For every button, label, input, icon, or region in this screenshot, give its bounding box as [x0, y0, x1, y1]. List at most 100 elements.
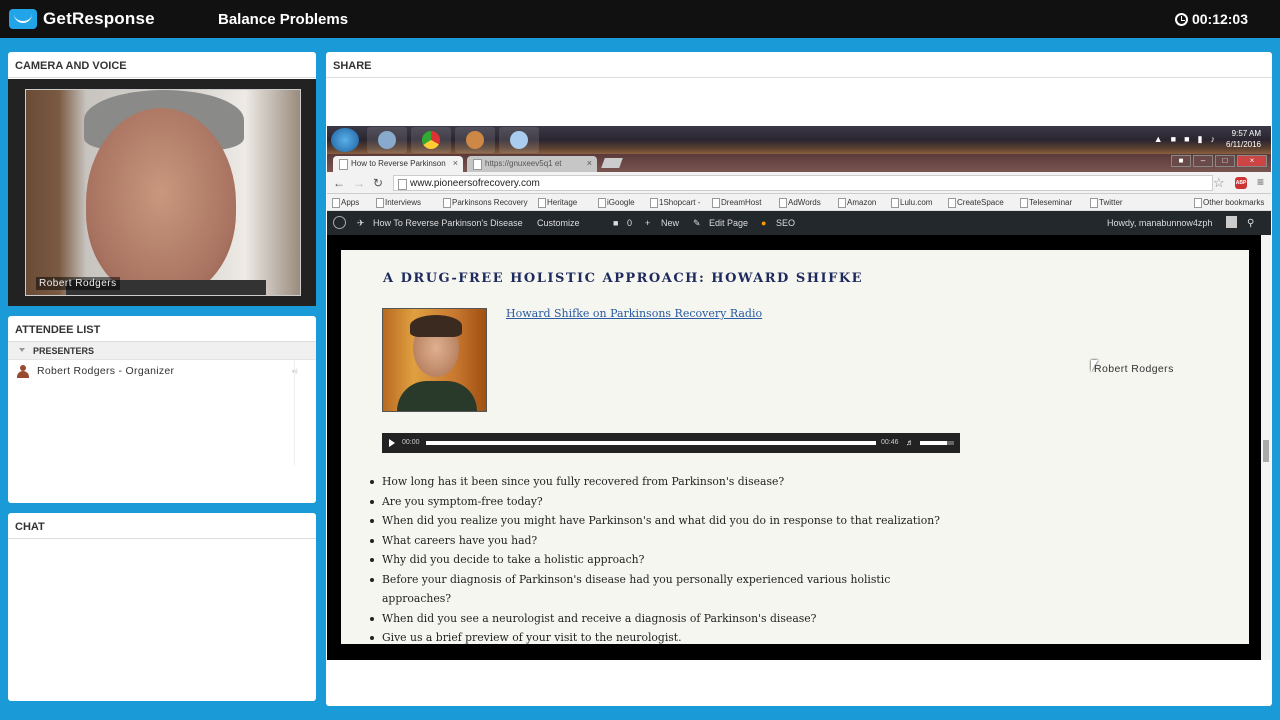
bookmark-parkinsons-recovery[interactable]: Parkinsons Recovery [442, 198, 528, 208]
list-item: Are you symptom-free today? [370, 492, 982, 512]
wp-avatar[interactable] [1226, 216, 1237, 228]
back-icon[interactable]: ← [333, 176, 345, 190]
list-item: What careers have you had? [370, 531, 982, 551]
maximize-icon[interactable]: □ [1215, 155, 1235, 167]
comment-icon[interactable]: ■ [613, 218, 618, 228]
attendee-panel-header: ATTENDEE LIST [8, 316, 316, 342]
list-item: Give us a brief preview of your visit to… [370, 628, 982, 644]
list-item: When did you see a neurologist and recei… [370, 609, 982, 629]
getresponse-logo-icon [9, 9, 37, 29]
audio-current-time: 00:00 [402, 439, 420, 446]
wordpress-admin-bar: ✈ How To Reverse Parkinson's Disease Cus… [327, 211, 1271, 235]
presenter-video[interactable] [25, 89, 301, 296]
chat-app-icon [510, 131, 528, 149]
wp-site-link[interactable]: How To Reverse Parkinson's Disease [373, 218, 523, 228]
radio-show-link[interactable]: Howard Shifke on Parkinsons Recovery Rad… [506, 307, 762, 320]
clock-icon [1174, 12, 1188, 26]
close-icon[interactable]: × [453, 158, 458, 168]
reload-icon[interactable]: ↻ [373, 176, 383, 190]
clock-date: 6/11/2016 [1226, 140, 1261, 149]
new-tab-button[interactable] [601, 158, 623, 168]
bookmark-other[interactable]: Other bookmarks [1193, 198, 1264, 208]
volume-slider[interactable] [920, 441, 954, 445]
forward-icon[interactable]: → [353, 176, 365, 190]
presenters-group[interactable]: PRESENTERS [8, 342, 316, 360]
windows-taskbar: ▲ ■ ■ ▮ ♪ 9:57 AM 6/11/2016 [327, 126, 1271, 154]
photo-shirt [397, 381, 477, 411]
person-icon [17, 365, 29, 378]
list-item: How long has it been since you fully rec… [370, 472, 982, 492]
bookmark-amazon[interactable]: Amazon [837, 198, 876, 208]
chrome-icon [422, 131, 440, 149]
close-window-icon[interactable]: × [1237, 155, 1267, 167]
wordpress-icon[interactable] [333, 216, 346, 229]
browser-tab-active[interactable]: How to Reverse Parkinson × [333, 156, 463, 172]
volume-icon[interactable]: ♬ [906, 438, 914, 447]
tab-label: How to Reverse Parkinson [351, 159, 446, 168]
bookmark-twitter[interactable]: Twitter [1089, 198, 1123, 208]
wp-new-link[interactable]: New [661, 218, 679, 228]
attendee-row[interactable]: Robert Rodgers - Organizer 🔊︎ [8, 360, 316, 382]
wp-customize-link[interactable]: Customize [537, 218, 580, 228]
bookmark-interviews[interactable]: Interviews [375, 198, 421, 208]
wp-edit-page-link[interactable]: Edit Page [709, 218, 748, 228]
bookmark-teleseminar[interactable]: Teleseminar [1019, 198, 1072, 208]
video-name-label: Robert Rodgers [36, 277, 120, 290]
taskbar-chrome[interactable] [411, 127, 451, 153]
photo-hair [410, 315, 462, 337]
camera-panel: CAMERA AND VOICE Robert Rodgers [8, 52, 316, 306]
wp-howdy-user[interactable]: Howdy, manabunnow4zph [1107, 218, 1212, 228]
collapse-triangle-icon[interactable] [19, 348, 25, 352]
question-list: How long has it been since you fully rec… [370, 472, 982, 644]
brand-name: GetResponse [43, 9, 155, 28]
bookmark-apps[interactable]: Apps [331, 198, 359, 208]
list-item: Why did you decide to take a holistic ap… [370, 550, 982, 570]
web-page-content: A DRUG-FREE HOLISTIC APPROACH: HOWARD SH… [341, 250, 1249, 644]
getresponse-logo: GetResponse [9, 9, 155, 29]
page-title: A DRUG-FREE HOLISTIC APPROACH: HOWARD SH… [383, 271, 864, 286]
list-item: When did you realize you might have Park… [370, 511, 982, 531]
timer-value: 00:12:03 [1191, 11, 1248, 27]
play-icon[interactable] [389, 439, 395, 447]
audio-player: 00:00 00:46 ♬ [382, 433, 960, 453]
seo-icon: ● [761, 218, 767, 228]
bookmark-adwords[interactable]: AdWords [778, 198, 821, 208]
attendee-divider [294, 360, 295, 465]
audio-seek-bar[interactable] [426, 441, 876, 445]
wp-seo-link[interactable]: SEO [776, 218, 795, 228]
browser-toolbar: ← → ↻ www.pioneersofrecovery.com ☆ ABP ≡ [327, 172, 1271, 194]
system-tray-icons: ▲ ■ ■ ▮ ♪ [1153, 134, 1215, 144]
window-controls: ■ – □ × [1171, 155, 1267, 167]
close-icon[interactable]: × [587, 158, 592, 168]
explorer-icon [378, 131, 396, 149]
chat-panel-header: CHAT [8, 513, 316, 539]
session-timer: 00:12:03 [1174, 11, 1248, 27]
bookmark-1shopcart[interactable]: 1Shopcart - [649, 198, 700, 208]
page-scrollbar[interactable] [1261, 235, 1271, 660]
system-clock: 9:57 AM 6/11/2016 [1226, 128, 1261, 150]
address-bar[interactable]: www.pioneersofrecovery.com [393, 175, 1213, 191]
bookmark-star-icon[interactable]: ☆ [1213, 175, 1225, 191]
attendee-name: Robert Rodgers - Organizer [37, 365, 175, 377]
audio-duration: 00:46 [881, 439, 899, 446]
bookmark-heritage[interactable]: Heritage [537, 198, 577, 208]
bookmark-createspace[interactable]: CreateSpace [947, 198, 1004, 208]
taskbar-app-3[interactable] [455, 127, 495, 153]
scrollbar-thumb[interactable] [1263, 440, 1269, 462]
taskbar-app-1[interactable] [367, 127, 407, 153]
menu-icon[interactable]: ≡ [1257, 175, 1264, 189]
minimize-icon[interactable]: – [1193, 155, 1213, 167]
webinar-title: Balance Problems [218, 11, 349, 28]
remote-cursor-label: Robert Rodgers [1094, 363, 1174, 375]
bookmark-igoogle[interactable]: iGoogle [597, 198, 635, 208]
adblock-icon[interactable]: ABP [1235, 177, 1247, 189]
bookmark-lulu[interactable]: Lulu.com [890, 198, 932, 208]
windows-start-icon[interactable] [331, 128, 359, 152]
wp-comments-count: 0 [627, 218, 633, 228]
taskbar-app-4[interactable] [499, 127, 539, 153]
search-icon[interactable]: ⚲ [1247, 218, 1254, 229]
user-icon[interactable]: ■ [1171, 155, 1191, 167]
browser-tab[interactable]: https://gnuxeev5q1 et × [467, 156, 597, 172]
bookmark-dreamhost[interactable]: DreamHost [711, 198, 761, 208]
guest-photo [382, 308, 487, 412]
